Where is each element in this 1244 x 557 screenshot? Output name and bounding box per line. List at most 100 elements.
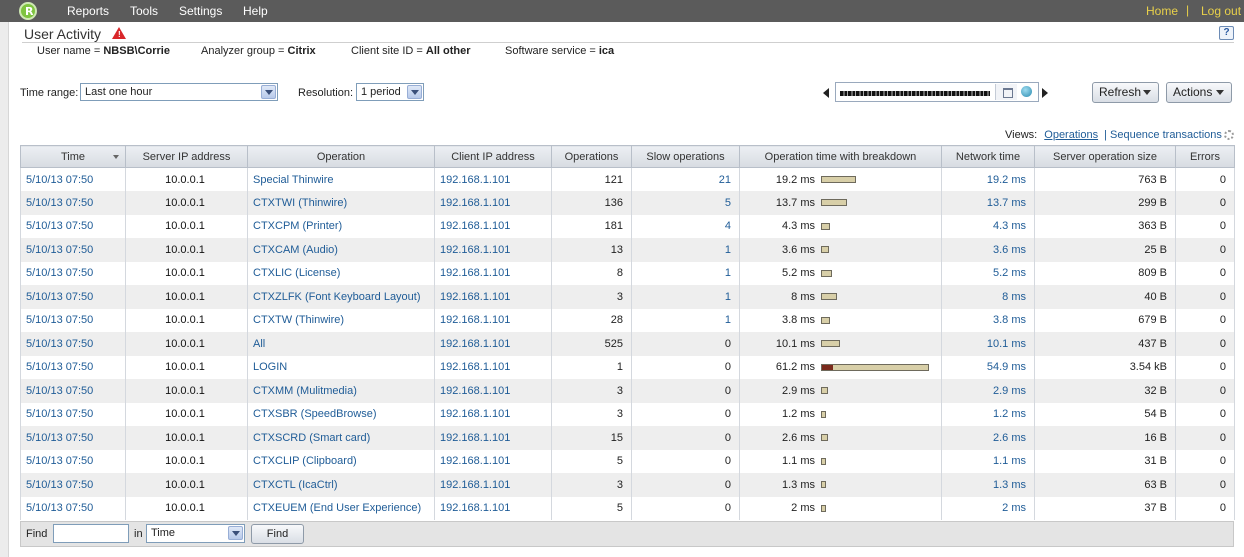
actions-button[interactable]: Actions xyxy=(1166,82,1232,103)
cell-network-time-link[interactable]: 1.3 ms xyxy=(941,473,1035,497)
header-operation-time[interactable]: Operation time with breakdown xyxy=(739,145,942,168)
cell-operation-link[interactable]: All xyxy=(247,332,435,356)
time-range-select[interactable]: Last one hour xyxy=(80,83,278,101)
cell-network-time-link[interactable]: 3.8 ms xyxy=(941,308,1035,332)
cell-slow-ops-link[interactable]: 5 xyxy=(631,191,740,215)
cell-operation-link[interactable]: CTXCLIP (Clipboard) xyxy=(247,449,435,473)
cell-client-ip-link[interactable]: 192.168.1.101 xyxy=(434,379,552,403)
cell-operation-link[interactable]: CTXCPM (Printer) xyxy=(247,214,435,238)
cell-client-ip-link[interactable]: 192.168.1.101 xyxy=(434,496,552,520)
cell-operation-link[interactable]: LOGIN xyxy=(247,355,435,379)
cell-time-link[interactable]: 5/10/13 07:50 xyxy=(20,449,126,473)
cell-operation-link[interactable]: CTXTWI (Thinwire) xyxy=(247,191,435,215)
home-link[interactable]: Home xyxy=(1146,4,1178,18)
cell-time-link[interactable]: 5/10/13 07:50 xyxy=(20,238,126,262)
cell-network-time-link[interactable]: 3.6 ms xyxy=(941,238,1035,262)
refresh-button[interactable]: Refresh xyxy=(1092,82,1159,103)
header-server-op-size[interactable]: Server operation size xyxy=(1034,145,1176,168)
cell-time-link[interactable]: 5/10/13 07:50 xyxy=(20,332,126,356)
cell-operation-link[interactable]: CTXZLFK (Font Keyboard Layout) xyxy=(247,285,435,309)
logout-link[interactable]: Log out xyxy=(1201,4,1241,18)
help-icon[interactable]: ? xyxy=(1219,26,1234,40)
warning-icon[interactable]: ! xyxy=(112,27,126,39)
cell-time-link[interactable]: 5/10/13 07:50 xyxy=(20,308,126,332)
header-slow-operations[interactable]: Slow operations xyxy=(631,145,740,168)
gear-icon[interactable] xyxy=(1224,130,1234,140)
cell-network-time-link[interactable]: 2.6 ms xyxy=(941,426,1035,450)
menu-settings[interactable]: Settings xyxy=(179,4,222,18)
cell-slow-ops-link[interactable]: 21 xyxy=(631,167,740,191)
next-arrow-icon[interactable] xyxy=(1042,88,1048,98)
cell-client-ip-link[interactable]: 192.168.1.101 xyxy=(434,167,552,191)
cell-client-ip-link[interactable]: 192.168.1.101 xyxy=(434,449,552,473)
cell-network-time-link[interactable]: 1.1 ms xyxy=(941,449,1035,473)
date-time-field[interactable] xyxy=(835,82,1039,102)
cell-network-time-link[interactable]: 19.2 ms xyxy=(941,167,1035,191)
cell-time-link[interactable]: 5/10/13 07:50 xyxy=(20,355,126,379)
cell-network-time-link[interactable]: 5.2 ms xyxy=(941,261,1035,285)
cell-operation-link[interactable]: CTXSCRD (Smart card) xyxy=(247,426,435,450)
cell-network-time-link[interactable]: 2 ms xyxy=(941,496,1035,520)
cell-network-time-link[interactable]: 4.3 ms xyxy=(941,214,1035,238)
cell-client-ip-link[interactable]: 192.168.1.101 xyxy=(434,473,552,497)
cell-operation-link[interactable]: CTXTW (Thinwire) xyxy=(247,308,435,332)
header-server-ip[interactable]: Server IP address xyxy=(125,145,248,168)
header-errors[interactable]: Errors xyxy=(1175,145,1235,168)
cell-time-link[interactable]: 5/10/13 07:50 xyxy=(20,214,126,238)
cell-client-ip-link[interactable]: 192.168.1.101 xyxy=(434,261,552,285)
cell-operation-link[interactable]: CTXCAM (Audio) xyxy=(247,238,435,262)
cell-time-link[interactable]: 5/10/13 07:50 xyxy=(20,496,126,520)
cell-slow-ops-link[interactable]: 1 xyxy=(631,238,740,262)
find-in-select[interactable]: Time xyxy=(146,524,245,543)
resolution-select[interactable]: 1 period xyxy=(356,83,424,101)
cell-operation-link[interactable]: CTXCTL (IcaCtrl) xyxy=(247,473,435,497)
menu-reports[interactable]: Reports xyxy=(67,4,109,18)
cell-operation-link[interactable]: CTXSBR (SpeedBrowse) xyxy=(247,402,435,426)
go-icon[interactable] xyxy=(1019,84,1036,100)
header-time[interactable]: Time xyxy=(20,145,126,168)
cell-operation-link[interactable]: CTXMM (Mulitmedia) xyxy=(247,379,435,403)
cell-client-ip-link[interactable]: 192.168.1.101 xyxy=(434,426,552,450)
logo-icon[interactable]: R xyxy=(19,2,37,20)
cell-operation-link[interactable]: CTXLIC (License) xyxy=(247,261,435,285)
header-operations[interactable]: Operations xyxy=(551,145,632,168)
cell-time-link[interactable]: 5/10/13 07:50 xyxy=(20,285,126,309)
calendar-icon[interactable] xyxy=(995,84,1017,100)
cell-slow-ops-link[interactable]: 1 xyxy=(631,261,740,285)
cell-slow-ops-link[interactable]: 1 xyxy=(631,285,740,309)
find-button[interactable]: Find xyxy=(251,524,304,544)
cell-client-ip-link[interactable]: 192.168.1.101 xyxy=(434,238,552,262)
cell-client-ip-link[interactable]: 192.168.1.101 xyxy=(434,285,552,309)
cell-operation-link[interactable]: Special Thinwire xyxy=(247,167,435,191)
cell-time-link[interactable]: 5/10/13 07:50 xyxy=(20,402,126,426)
cell-network-time-link[interactable]: 13.7 ms xyxy=(941,191,1035,215)
cell-time-link[interactable]: 5/10/13 07:50 xyxy=(20,191,126,215)
cell-network-time-link[interactable]: 54.9 ms xyxy=(941,355,1035,379)
cell-time-link[interactable]: 5/10/13 07:50 xyxy=(20,379,126,403)
header-client-ip[interactable]: Client IP address xyxy=(434,145,552,168)
cell-client-ip-link[interactable]: 192.168.1.101 xyxy=(434,332,552,356)
cell-network-time-link[interactable]: 1.2 ms xyxy=(941,402,1035,426)
view-sequence-link[interactable]: Sequence transactions xyxy=(1110,129,1222,141)
cell-slow-ops-link[interactable]: 1 xyxy=(631,308,740,332)
cell-time-link[interactable]: 5/10/13 07:50 xyxy=(20,261,126,285)
cell-client-ip-link[interactable]: 192.168.1.101 xyxy=(434,191,552,215)
prev-arrow-icon[interactable] xyxy=(823,88,829,98)
cell-client-ip-link[interactable]: 192.168.1.101 xyxy=(434,214,552,238)
cell-client-ip-link[interactable]: 192.168.1.101 xyxy=(434,402,552,426)
cell-time-link[interactable]: 5/10/13 07:50 xyxy=(20,426,126,450)
cell-network-time-link[interactable]: 10.1 ms xyxy=(941,332,1035,356)
cell-slow-ops-link[interactable]: 4 xyxy=(631,214,740,238)
cell-network-time-link[interactable]: 2.9 ms xyxy=(941,379,1035,403)
menu-tools[interactable]: Tools xyxy=(130,4,158,18)
header-operation[interactable]: Operation xyxy=(247,145,435,168)
header-network-time[interactable]: Network time xyxy=(941,145,1035,168)
cell-client-ip-link[interactable]: 192.168.1.101 xyxy=(434,308,552,332)
view-operations-link[interactable]: Operations xyxy=(1044,129,1098,141)
cell-time-link[interactable]: 5/10/13 07:50 xyxy=(20,473,126,497)
find-input[interactable] xyxy=(53,524,129,543)
menu-help[interactable]: Help xyxy=(243,4,268,18)
cell-network-time-link[interactable]: 8 ms xyxy=(941,285,1035,309)
cell-operation-link[interactable]: CTXEUEM (End User Experience) xyxy=(247,496,435,520)
cell-client-ip-link[interactable]: 192.168.1.101 xyxy=(434,355,552,379)
